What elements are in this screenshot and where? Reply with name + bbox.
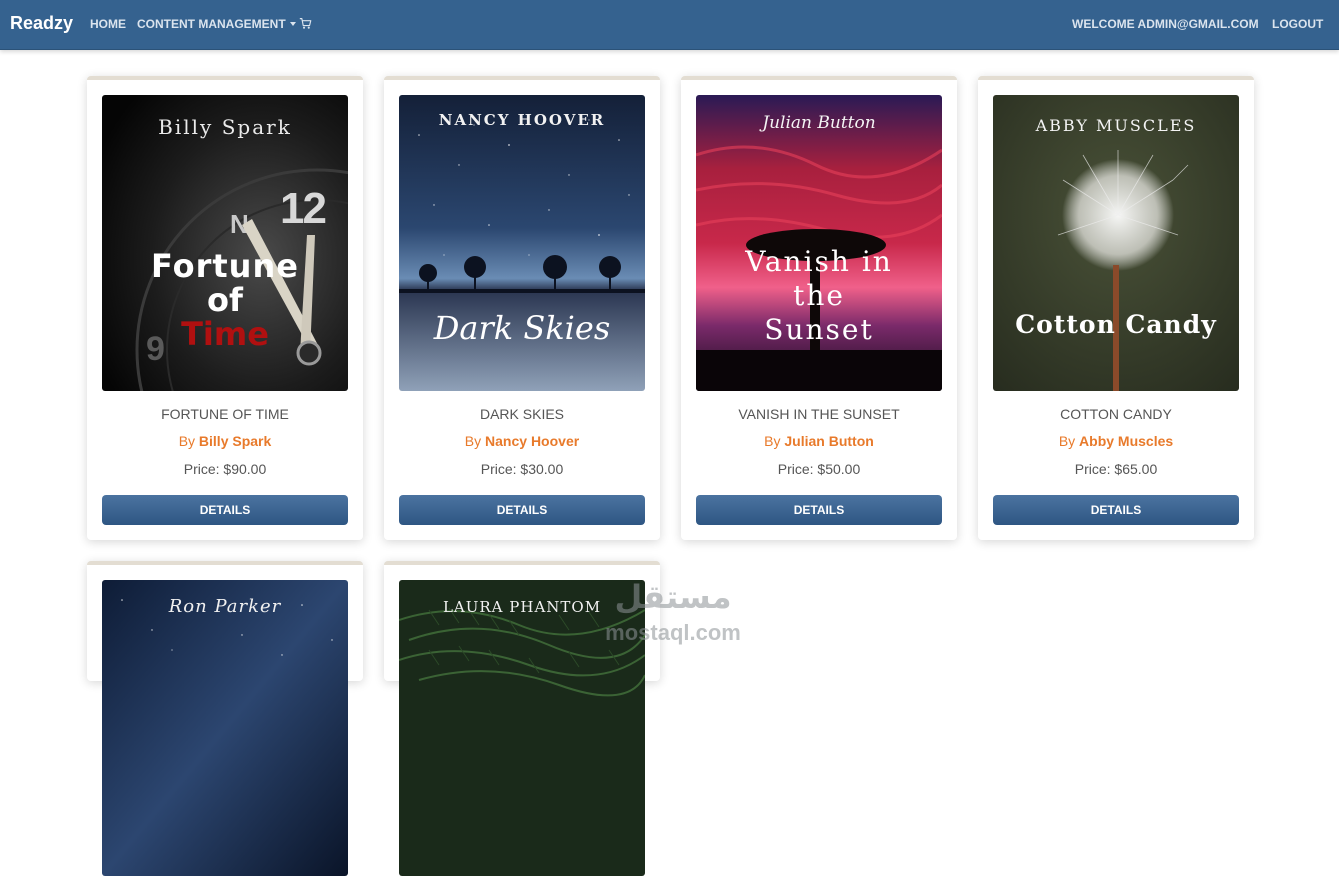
book-price: Price: $50.00	[777, 461, 861, 477]
book-title: Vanish in the Sunset	[738, 406, 900, 422]
book-author-line: By Julian Button	[681, 433, 957, 449]
details-button[interactable]: DETAILS	[696, 495, 942, 525]
cover-title-line: the	[793, 279, 845, 312]
book-price: Price: $30.00	[480, 461, 564, 477]
cover-author-text: ABBY MUSCLES	[1035, 116, 1197, 135]
cover-title-line: Dark Skies	[433, 309, 611, 347]
cover-author-text: Ron Parker	[168, 596, 282, 617]
book-title: Dark Skies	[479, 406, 565, 422]
book-card: 12 N 9 Billy Spark Fortune of Time Fortu…	[87, 76, 363, 540]
author-name-link[interactable]: Billy Spark	[199, 433, 271, 449]
book-card: ABBY MUSCLES Cotton Candy Cotton Candy B…	[978, 76, 1254, 540]
svg-text:12: 12	[280, 184, 325, 233]
book-author-line: By Abby Muscles	[978, 433, 1254, 449]
book-title: Cotton Candy	[1060, 406, 1172, 422]
cover-title-line: Fortune	[151, 247, 299, 285]
book-cover-image[interactable]: 12 N 9 Billy Spark Fortune of Time	[102, 95, 348, 391]
content-management-label: CONTENT MANAGEMENT	[137, 17, 286, 31]
book-price: Price: $65.00	[1074, 461, 1158, 477]
by-label: By	[764, 433, 785, 449]
cart-icon[interactable]	[299, 17, 312, 30]
cover-title-line: Sunset	[764, 313, 874, 346]
author-name-link[interactable]: Abby Muscles	[1079, 433, 1173, 449]
cover-title-line: Vanish in	[745, 245, 893, 278]
cover-title-line: of	[207, 281, 243, 319]
cover-author-text: Julian Button	[762, 113, 876, 133]
book-title: Fortune of Time	[161, 406, 289, 422]
caret-down-icon	[289, 22, 296, 26]
book-cover-image[interactable]: ABBY MUSCLES Cotton Candy	[993, 95, 1239, 391]
by-label: By	[464, 433, 486, 449]
book-cover-image[interactable]: Julian Button Vanish in the Sunset	[696, 95, 942, 391]
details-button[interactable]: DETAILS	[993, 495, 1239, 525]
cover-author-text: NANCY HOOVER	[438, 111, 606, 129]
cover-author-text: Billy Spark	[158, 115, 292, 139]
watermark-logo: مستقل mostaql.com	[588, 578, 758, 650]
top-navbar: Readzy HOME CONTENT MANAGEMENT WELCOME A…	[0, 0, 1339, 50]
welcome-user-link[interactable]: WELCOME ADMIN@GMAIL.COM	[1072, 17, 1259, 31]
book-price: Price: $90.00	[183, 461, 267, 477]
author-name-link[interactable]: Nancy Hoover	[485, 433, 579, 449]
nav-home-link[interactable]: HOME	[90, 17, 126, 31]
book-cover-image[interactable]: Ron Parker	[102, 580, 348, 876]
book-author-line: By Billy Spark	[87, 433, 363, 449]
by-label: By	[1058, 433, 1080, 449]
author-name-link[interactable]: Julian Button	[784, 433, 873, 449]
cover-title-line: Time	[181, 315, 269, 353]
book-author-line: By Nancy Hoover	[384, 433, 660, 449]
logout-link[interactable]: LOGOUT	[1272, 17, 1323, 31]
book-card: NANCY HOOVER Dark Skies Dark Skies By Na…	[384, 76, 660, 540]
book-cover-image[interactable]: NANCY HOOVER Dark Skies	[399, 95, 645, 391]
nav-content-management-dropdown[interactable]: CONTENT MANAGEMENT	[137, 17, 296, 31]
details-button[interactable]: DETAILS	[102, 495, 348, 525]
cover-title-line: Cotton Candy	[1015, 310, 1217, 339]
watermark-arabic-text: مستقل	[614, 578, 732, 616]
brand-logo[interactable]: Readzy	[10, 13, 73, 34]
details-button[interactable]: DETAILS	[399, 495, 645, 525]
by-label: By	[178, 433, 199, 449]
watermark-latin-text: mostaql.com	[605, 620, 741, 645]
book-card: Ron Parker	[87, 561, 363, 876]
book-card: Julian Button Vanish in the Sunset Vanis…	[681, 76, 957, 540]
